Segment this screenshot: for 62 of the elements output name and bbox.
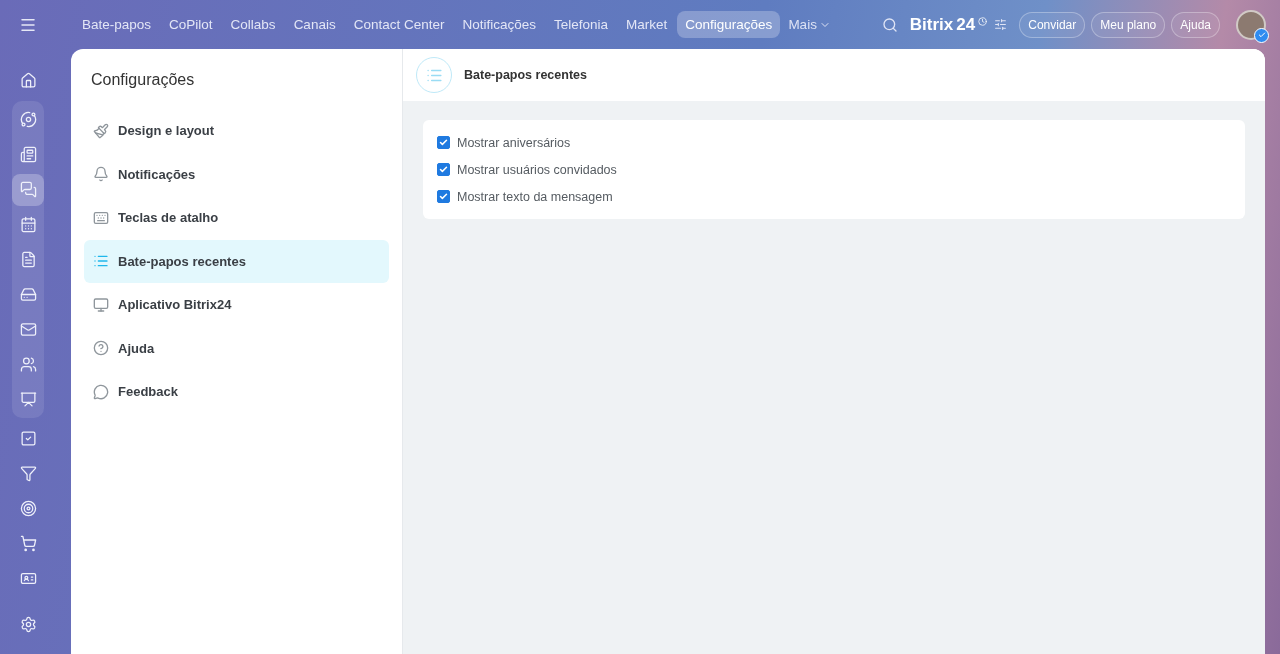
- nav-tab[interactable]: CoPilot: [161, 11, 221, 38]
- users-icon: [19, 356, 37, 373]
- clock-icon: [978, 16, 988, 26]
- search-icon[interactable]: [881, 16, 898, 33]
- checkbox[interactable]: [437, 136, 450, 149]
- checkbox-label: Mostrar aniversários: [457, 135, 571, 150]
- check-icon: [439, 165, 448, 174]
- settings-icon: [19, 616, 37, 633]
- newspaper-icon: [19, 146, 37, 163]
- settings-menu-item[interactable]: Bate-papos recentes: [84, 239, 389, 283]
- filter-icon: [19, 465, 37, 482]
- header-button[interactable]: Ajuda: [1171, 11, 1220, 38]
- home-icon: [19, 72, 37, 89]
- check-icon: [439, 138, 448, 147]
- bell-icon: [93, 166, 109, 182]
- settings-menu-item[interactable]: Teclas de atalho: [84, 196, 389, 239]
- settings-menu-item[interactable]: Feedback: [84, 370, 389, 413]
- calendar-icon: [19, 216, 37, 233]
- sidebar-item[interactable]: [12, 173, 44, 206]
- drive-icon: [19, 286, 37, 303]
- id-card-icon: [19, 570, 37, 587]
- logo-text: Bitrix: [909, 14, 954, 35]
- avatar[interactable]: [1236, 9, 1266, 40]
- document-icon: [19, 251, 37, 268]
- checkbox-icon: [19, 430, 37, 447]
- check-icon: [1257, 31, 1266, 39]
- target-icon: [19, 500, 37, 517]
- nav-tab[interactable]: Configurações: [677, 11, 781, 38]
- nav-tab[interactable]: Canais: [285, 11, 344, 38]
- nav-tab[interactable]: Telefonia: [546, 11, 617, 38]
- monitor-icon: [93, 296, 109, 313]
- nav-tab[interactable]: Collabs: [222, 11, 284, 38]
- settings-menu-item[interactable]: Aplicativo Bitrix24: [84, 283, 389, 326]
- settings-menu-item[interactable]: Notificações: [84, 152, 389, 196]
- circles-icon: [19, 111, 37, 128]
- nav-tab[interactable]: Market: [618, 11, 676, 38]
- settings-menu-item[interactable]: Design e layout: [84, 109, 389, 152]
- cart-icon: [19, 535, 37, 552]
- more-menu[interactable]: Mais: [782, 11, 837, 38]
- checkbox[interactable]: [437, 190, 450, 203]
- header-button[interactable]: Convidar: [1019, 11, 1086, 38]
- settings-menu-item[interactable]: Ajuda: [84, 326, 389, 370]
- chat-icon: [19, 181, 37, 198]
- checkbox[interactable]: [437, 163, 450, 176]
- logo-number: 24: [956, 14, 976, 35]
- check-icon: [439, 192, 448, 201]
- checkbox-label: Mostrar usuários convidados: [457, 162, 617, 177]
- checkbox-label: Mostrar texto da mensagem: [457, 189, 613, 204]
- presentation-icon: [19, 391, 37, 408]
- speech-bubble-icon: [93, 383, 109, 400]
- nav-tab[interactable]: Bate-papos: [74, 11, 160, 38]
- sliders-icon[interactable]: [994, 18, 1008, 31]
- content-title: Bate-papos recentes: [464, 68, 587, 82]
- question-icon: [93, 340, 109, 356]
- settings-title: Configurações: [90, 70, 196, 90]
- brush-icon: [93, 122, 109, 139]
- keyboard-icon: [93, 209, 109, 226]
- nav-tab[interactable]: Notificações: [454, 11, 544, 38]
- mail-icon: [19, 321, 37, 338]
- nav-tab[interactable]: Contact Center: [345, 11, 453, 38]
- header-button[interactable]: Meu plano: [1091, 11, 1166, 38]
- list-icon: [93, 253, 109, 269]
